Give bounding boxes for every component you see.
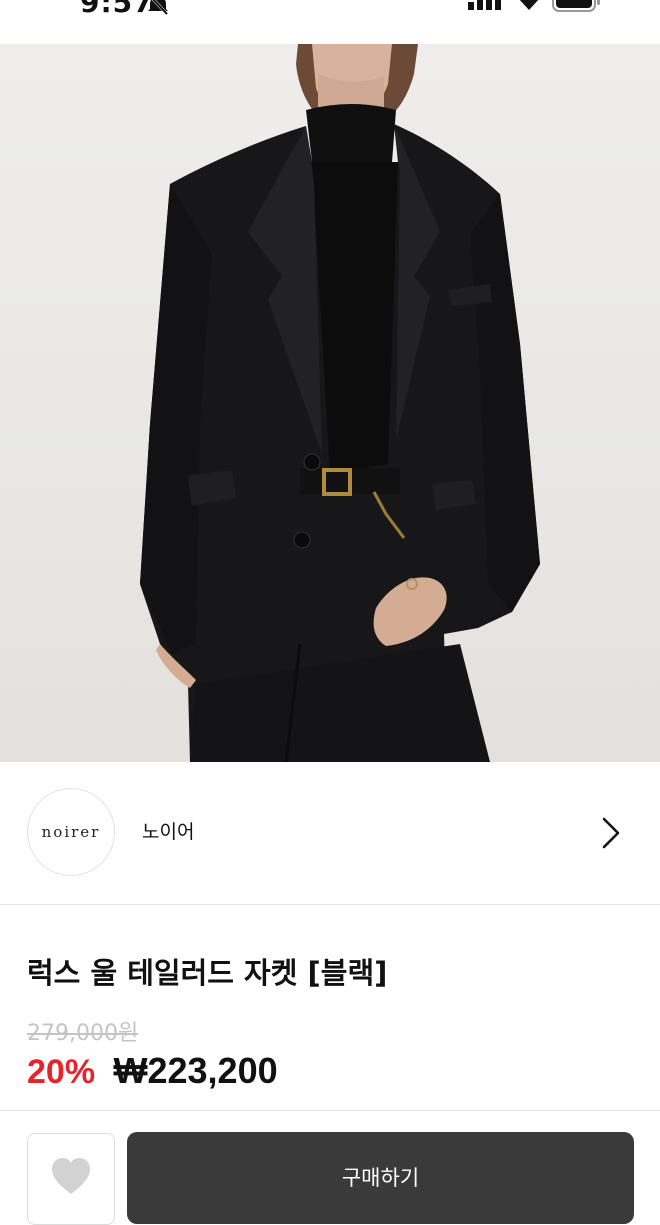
original-price: 279,000원 (27, 1021, 139, 1046)
chevron-right-icon[interactable] (598, 816, 626, 855)
wifi-icon (516, 0, 542, 15)
status-time: 9:57 (80, 0, 154, 19)
product-image[interactable] (0, 44, 660, 762)
price-row: 20% ₩223,200 (27, 1050, 278, 1096)
brand-row[interactable]: noirer 노이어 (0, 762, 660, 905)
battery-icon (552, 0, 602, 17)
divider (0, 1110, 660, 1111)
product-title: 럭스 울 테일러드 자켓 [블랙] (27, 956, 388, 990)
heart-icon (52, 1158, 90, 1194)
buy-button[interactable]: 구매하기 (127, 1132, 634, 1224)
brand-logo-text: noirer (41, 823, 101, 841)
sale-price: ₩223,200 (113, 1050, 278, 1091)
brand-logo[interactable]: noirer (27, 788, 115, 876)
product-photo (140, 44, 540, 762)
buy-button-label: 구매하기 (341, 1166, 420, 1190)
cellular-signal-icon (468, 0, 502, 15)
status-bar: 9:57 (0, 0, 660, 44)
brand-name[interactable]: 노이어 (142, 817, 194, 844)
discount-rate: 20% (27, 1053, 96, 1091)
wish-button[interactable] (27, 1133, 115, 1225)
bell-slash-icon (146, 0, 170, 21)
